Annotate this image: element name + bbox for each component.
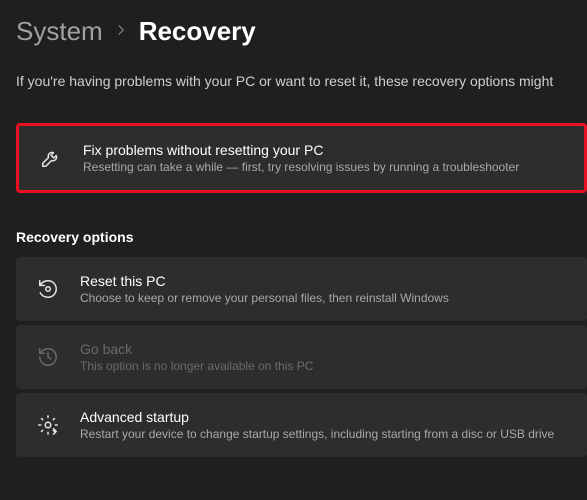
option-desc: Resetting can take a while — first, try … xyxy=(83,160,519,174)
advanced-startup-card[interactable]: Advanced startup Restart your device to … xyxy=(16,393,587,457)
section-header: Recovery options xyxy=(16,229,587,245)
option-desc: Restart your device to change startup se… xyxy=(80,427,554,441)
option-title: Go back xyxy=(80,341,313,357)
go-back-card: Go back This option is no longer availab… xyxy=(16,325,587,389)
gear-restart-icon xyxy=(36,413,60,437)
option-title: Reset this PC xyxy=(80,273,449,289)
chevron-right-icon xyxy=(115,23,127,41)
intro-text: If you're having problems with your PC o… xyxy=(16,73,587,89)
option-title: Fix problems without resetting your PC xyxy=(83,142,519,158)
wrench-icon xyxy=(39,146,63,170)
history-icon xyxy=(36,345,60,369)
option-title: Advanced startup xyxy=(80,409,554,425)
breadcrumb-parent[interactable]: System xyxy=(16,16,103,47)
fix-problems-card[interactable]: Fix problems without resetting your PC R… xyxy=(16,123,587,193)
reset-icon xyxy=(36,277,60,301)
option-desc: Choose to keep or remove your personal f… xyxy=(80,291,449,305)
reset-pc-card[interactable]: Reset this PC Choose to keep or remove y… xyxy=(16,257,587,321)
option-desc: This option is no longer available on th… xyxy=(80,359,313,373)
breadcrumb: System Recovery xyxy=(16,16,587,47)
page-title: Recovery xyxy=(139,16,256,47)
